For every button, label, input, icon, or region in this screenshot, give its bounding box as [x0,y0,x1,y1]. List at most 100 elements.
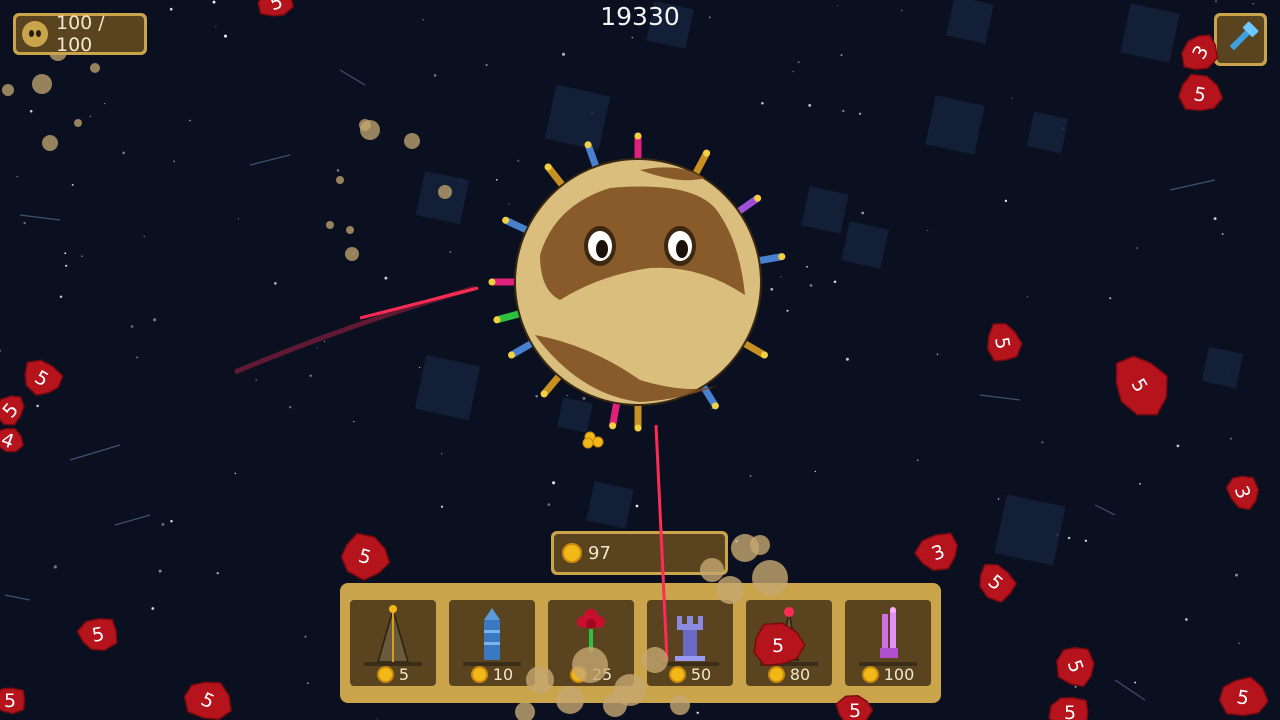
star-streak [114,514,151,526]
coin-icon [376,666,394,683]
dust-puff [336,176,344,184]
star [29,109,33,113]
star [1134,681,1137,684]
star [582,396,586,400]
debris-square [1026,111,1069,154]
star [316,347,318,349]
star [237,218,240,220]
coin-icon [668,666,686,683]
star [433,74,437,77]
star [806,265,808,268]
star-streak [1114,679,1146,701]
shop-slot-flower-tower[interactable]: 25 [548,600,634,686]
star [840,54,843,57]
star [842,109,845,113]
debris-square [544,84,611,151]
star-streak [339,69,366,86]
price-label: 80 [789,665,811,684]
star [495,178,498,181]
star [858,112,862,115]
star [619,179,622,182]
star [770,287,774,291]
star [0,349,2,352]
star [274,282,277,285]
star [566,364,568,366]
star [627,403,629,405]
star [64,252,67,255]
star [309,374,312,377]
debris-square [925,95,985,155]
coin-icon [470,666,488,683]
debris-square [994,494,1066,566]
star [641,318,645,322]
star [675,302,677,305]
star [780,276,782,278]
star [289,406,292,409]
star [786,309,789,312]
debris-square [801,186,849,234]
star-streak [1169,179,1216,191]
shop-slot-crystal-tower[interactable]: 100 [845,600,931,686]
star [792,71,794,73]
star [441,453,443,455]
coin-icon [861,666,879,683]
star [65,264,68,267]
star [189,119,191,122]
star [561,52,566,56]
star [151,607,155,610]
star [353,420,355,423]
debris-square [1201,346,1244,389]
shop-slot-spike-tower[interactable]: 5 [350,600,436,686]
star [861,211,865,215]
dust-puff [326,221,334,229]
star [23,221,26,225]
star [307,682,309,684]
star [561,270,564,273]
star [223,34,228,38]
star [997,498,1000,500]
shop-slot-laser-tower[interactable]: 80 [746,600,832,686]
shop-slot-castle-tower[interactable]: 50 [647,600,733,686]
star [234,472,237,475]
star [611,298,613,300]
debris-square [841,221,889,269]
dust-puff [90,63,100,73]
star [547,503,551,506]
star [833,280,837,284]
star [103,102,106,105]
star [485,64,488,67]
price-label: 50 [690,665,712,684]
dust-puff [346,226,354,234]
star [809,283,813,287]
dust-puff [74,119,82,127]
star [711,407,713,409]
star [122,151,126,155]
star [1004,199,1008,203]
star [631,36,634,39]
star-streak [19,214,61,221]
star [419,366,421,369]
coin-icon [569,666,587,683]
price-label: 5 [398,665,410,684]
star [1026,296,1028,298]
star [936,353,939,356]
star [699,237,701,239]
dust-puff [32,74,52,94]
shop-slot-rocket-tower[interactable]: 10 [449,600,535,686]
star [635,504,639,508]
star [158,569,162,573]
star [517,159,520,162]
star [173,160,176,163]
star [593,179,597,183]
score-display: 19330 [600,2,680,31]
build-menu-button[interactable] [1214,13,1267,66]
star [1074,685,1077,688]
star [255,379,258,381]
star [1249,707,1252,709]
star [749,317,751,319]
star [59,295,63,299]
star [797,61,800,64]
dust-puff [359,119,371,131]
coin-counter: 97 [551,531,728,575]
star [566,395,568,397]
